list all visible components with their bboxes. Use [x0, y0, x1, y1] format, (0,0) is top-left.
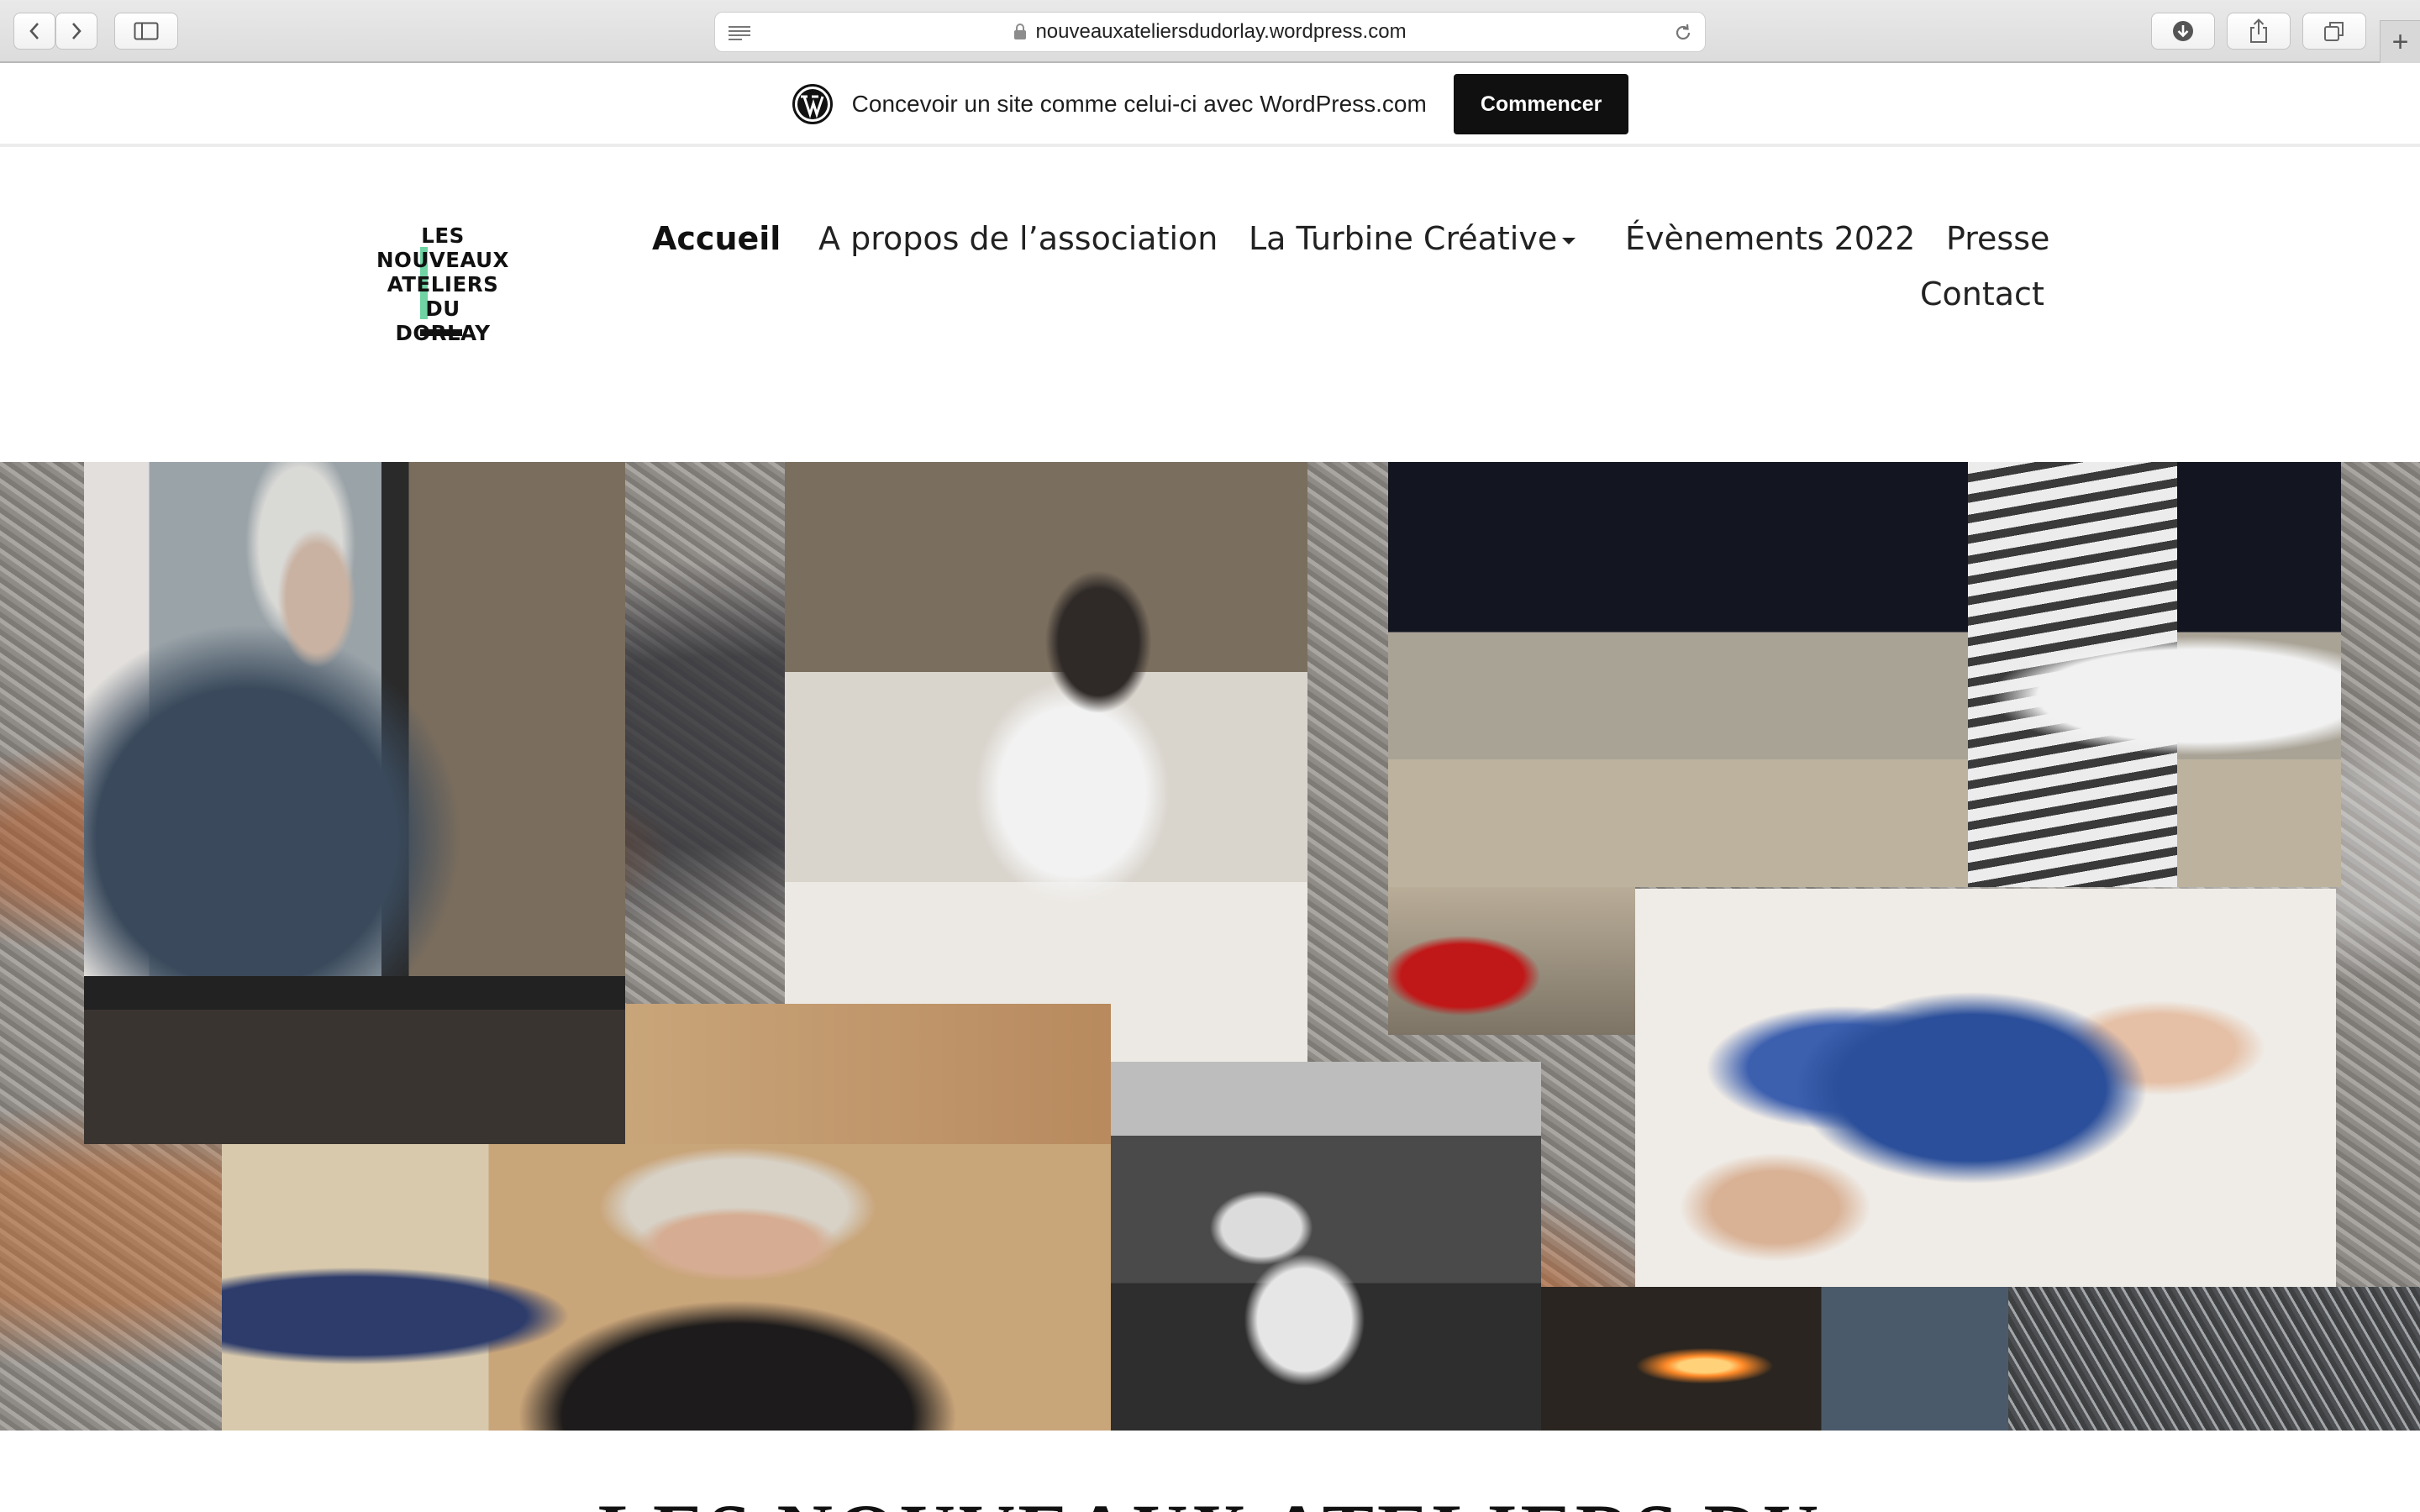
photo-wire-texture — [2008, 1287, 2420, 1431]
start-button[interactable]: Commencer — [1453, 74, 1629, 134]
nav-item-turbine-creative[interactable]: La Turbine Créative — [1249, 220, 1576, 257]
address-bar[interactable]: nouveauxateliersdudorlay.wordpress.com — [714, 12, 1706, 52]
lock-icon — [1014, 24, 1027, 39]
wordpress-logo-icon — [792, 84, 833, 124]
sidebar-button[interactable] — [114, 13, 178, 50]
nav-item-contact[interactable]: Contact — [1920, 276, 2044, 312]
forward-button[interactable] — [55, 13, 97, 50]
download-icon — [2173, 21, 2193, 41]
photo-red-tool — [1388, 887, 1635, 1035]
url-text: nouveauxateliersdudorlay.wordpress.com — [1035, 20, 1407, 43]
nav-item-label: La Turbine Créative — [1249, 220, 1558, 257]
chevron-left-icon — [29, 23, 39, 39]
tabs-icon — [2324, 22, 2344, 41]
logo-line: NOUVEAUX — [376, 248, 509, 272]
wordpress-banner-text: Concevoir un site comme celui-ci avec Wo… — [851, 91, 1427, 117]
photo-milliner-backdrop — [625, 1004, 1111, 1144]
nav-item-a-propos[interactable]: A propos de l’association — [818, 220, 1218, 257]
wordpress-banner: Concevoir un site comme celui-ci avec Wo… — [0, 65, 2420, 147]
downloads-button[interactable] — [2151, 13, 2215, 50]
photo-hands-blue-fabric — [1635, 889, 2336, 1287]
logo-line: DU DORLAY — [395, 297, 491, 345]
photo-artisan-painting-glass — [84, 462, 625, 1144]
photo-woodworker-bw — [1111, 1062, 1541, 1431]
site-logo[interactable]: LES NOUVEAUX ATELIERS DU DORLAY — [375, 223, 511, 345]
sidebar-icon — [134, 22, 159, 40]
photo-hands-sewing-chair — [1388, 462, 2341, 887]
back-button[interactable] — [13, 13, 55, 50]
photo-milliner-smiling — [222, 1144, 1111, 1431]
new-tab-button[interactable]: + — [2380, 20, 2420, 63]
photo-glassblowing-flame — [1541, 1287, 2008, 1431]
nav-item-evenements[interactable]: Évènements 2022 — [1625, 220, 1915, 257]
dropdown-caret-icon — [1562, 237, 1576, 244]
browser-toolbar: nouveauxateliersdudorlay.wordpress.com + — [0, 0, 2420, 63]
photo-artisan-painting-miniature — [785, 462, 1307, 1062]
nav-item-accueil[interactable]: Accueil — [652, 220, 781, 257]
share-icon — [2250, 18, 2267, 43]
nav-item-presse[interactable]: Presse — [1946, 220, 2049, 257]
chevron-right-icon — [72, 23, 82, 39]
tabs-overview-button[interactable] — [2302, 13, 2366, 50]
site-title: LES NOUVEAUX ATELIERS DU — [0, 1487, 2420, 1512]
logo-line: LES — [421, 223, 465, 248]
reload-icon[interactable] — [1673, 23, 1693, 43]
hero-collage — [0, 462, 2420, 1431]
logo-line: ATELIERS — [387, 272, 499, 297]
share-button[interactable] — [2227, 13, 2291, 50]
